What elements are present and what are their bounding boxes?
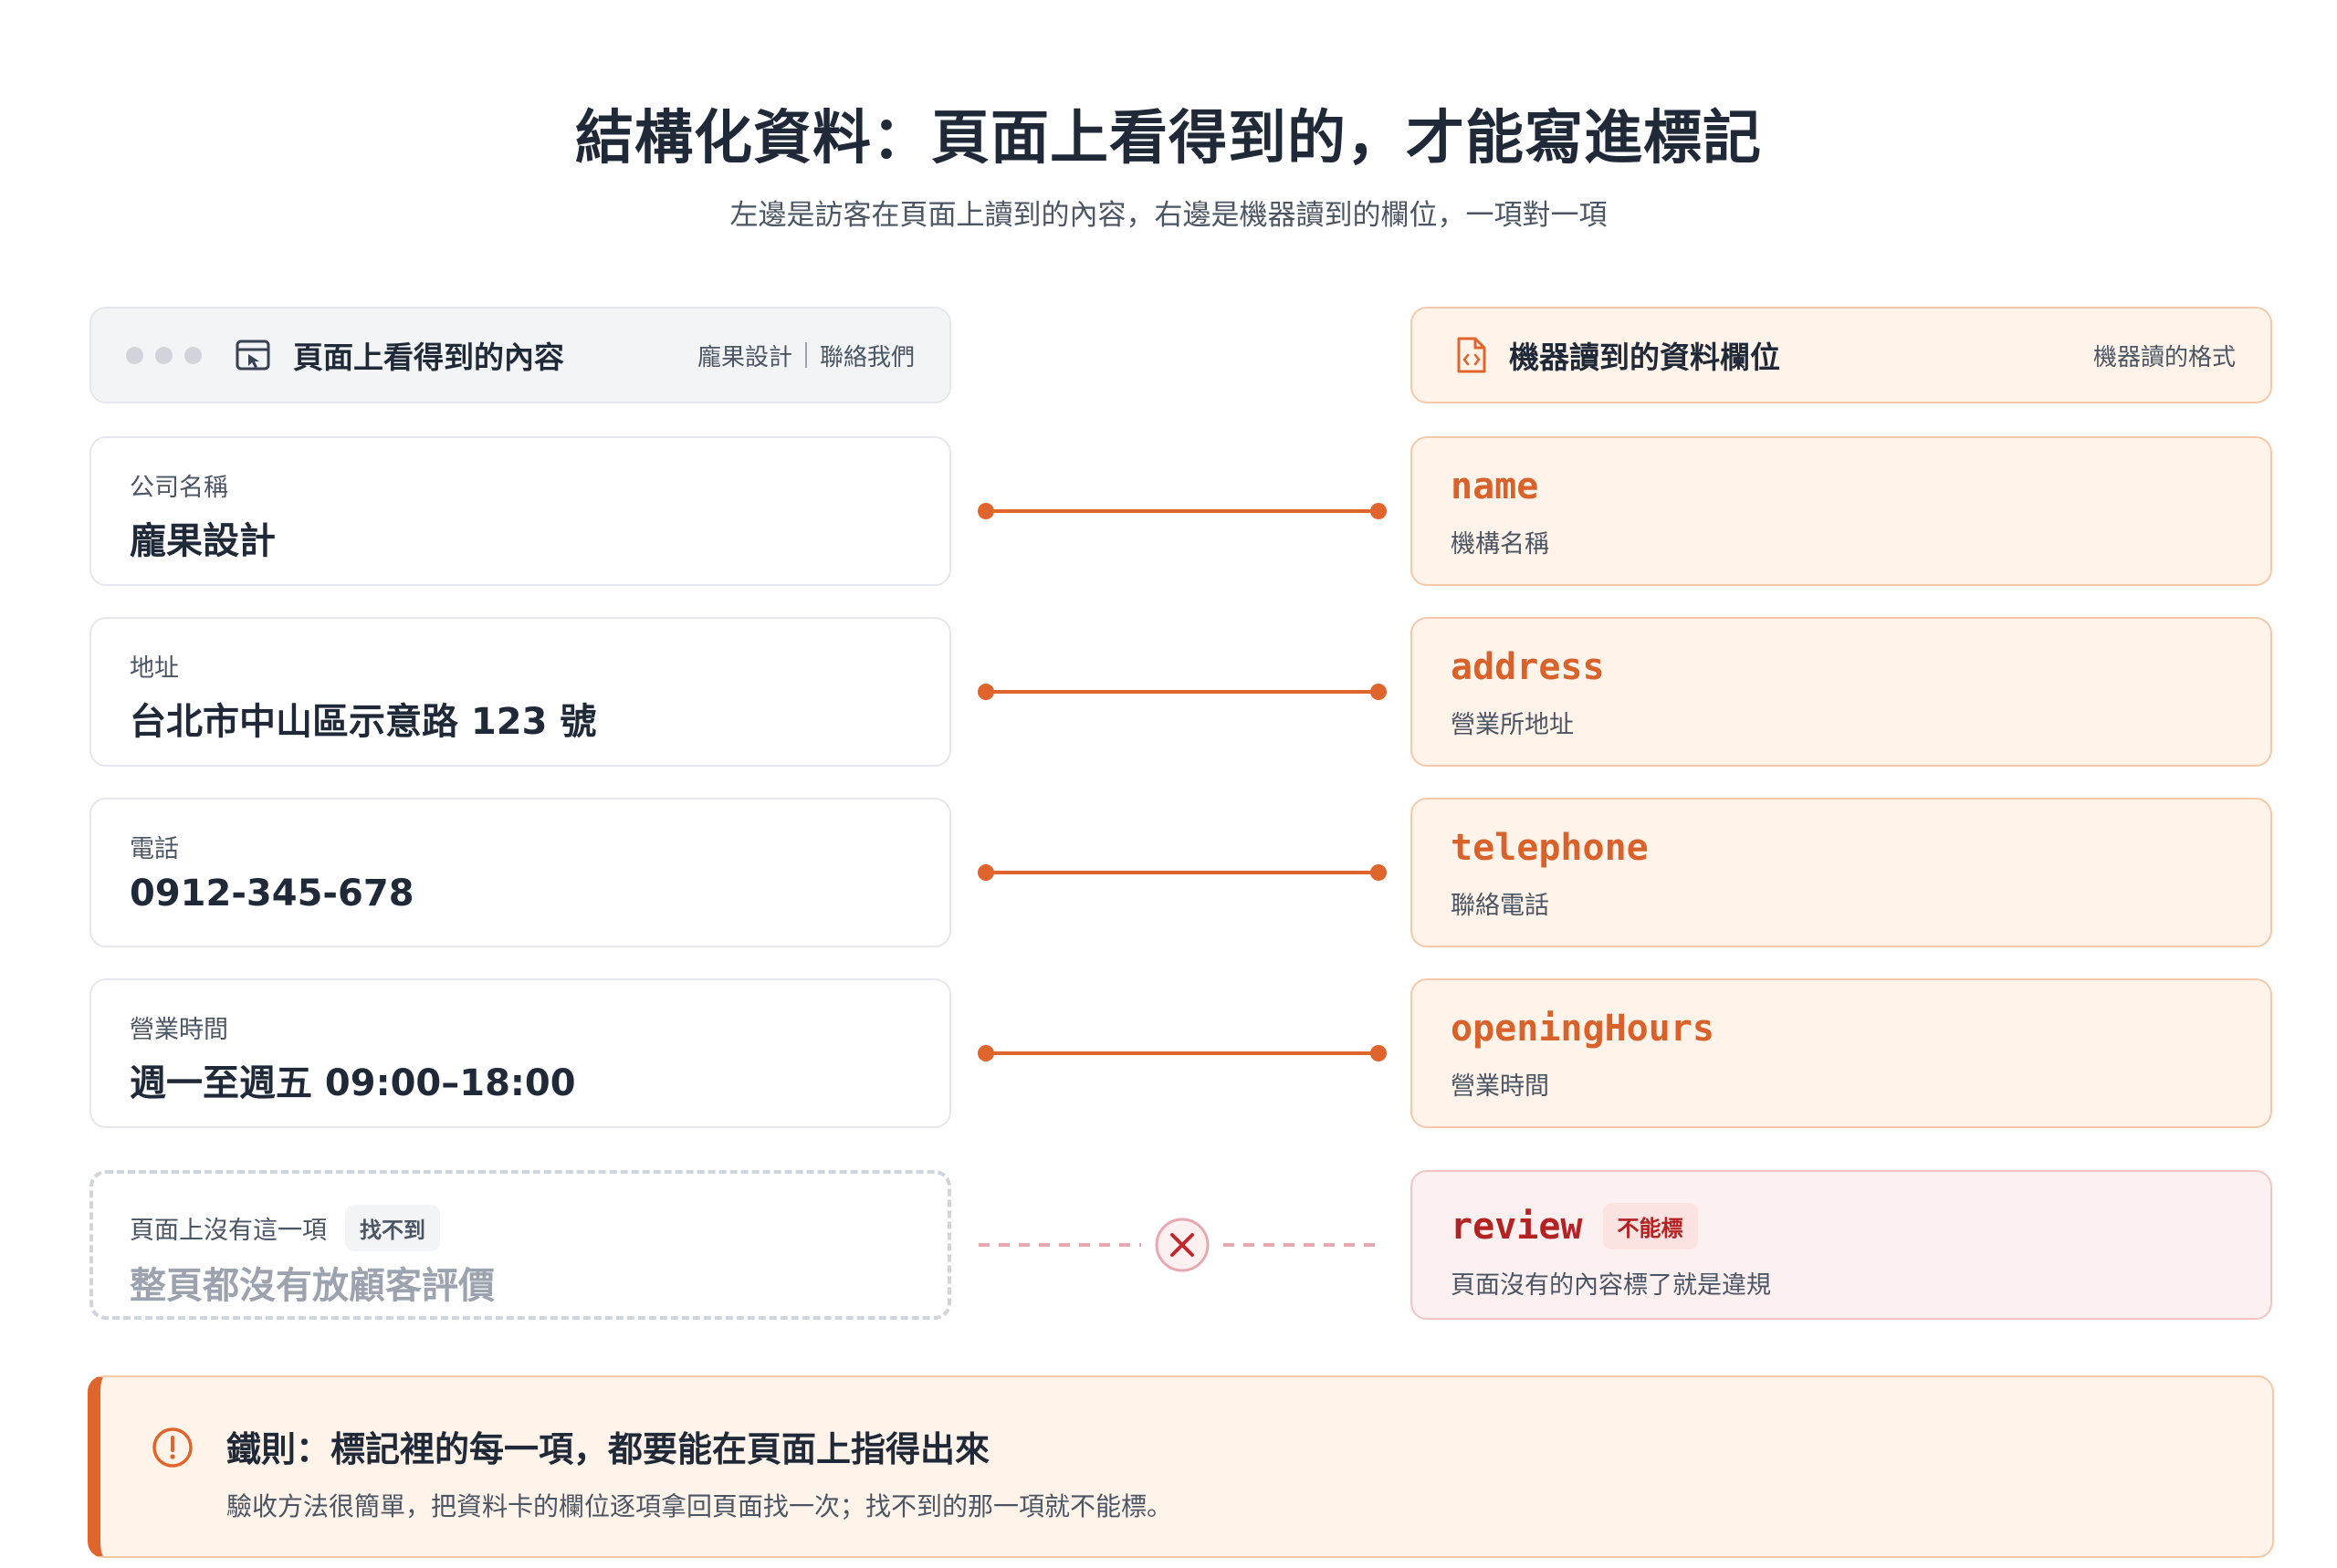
right-header-title: 機器讀到的資料欄位 — [1509, 340, 1780, 375]
machine-fields-header: 機器讀到的資料欄位 機器讀的格式 — [1410, 307, 2272, 403]
field-description: 機構名稱 — [1451, 530, 1549, 559]
alert-circle-icon — [152, 1427, 193, 1468]
content-card-telephone: 電話 0912-345-678 — [89, 798, 951, 947]
cannot-mark-badge: 不能標 — [1602, 1203, 1698, 1249]
content-card-missing-review: 頁面上沒有這一項 找不到 整頁都沒有放顧客評價 — [89, 1170, 951, 1320]
content-label: 頁面上沒有這一項 — [130, 1217, 327, 1245]
left-header-nav: 龐果設計 聯絡我們 — [697, 339, 915, 372]
field-key: name — [1451, 465, 1539, 507]
missing-label-row: 頁面上沒有這一項 找不到 — [130, 1205, 440, 1251]
content-label: 公司名稱 — [130, 474, 228, 502]
window-dots — [126, 346, 202, 364]
field-key: telephone — [1451, 827, 1649, 869]
content-value: 整頁都沒有放顧客評價 — [130, 1265, 495, 1307]
right-header-meta: 機器讀的格式 — [2092, 343, 2236, 371]
field-card-opening-hours: openingHours 營業時間 — [1410, 978, 2272, 1128]
code-file-icon — [1452, 337, 1489, 373]
field-card-review-error: review 不能標 頁面沒有的內容標了就是違規 — [1410, 1170, 2272, 1320]
field-description: 頁面沒有的內容標了就是違規 — [1451, 1271, 1771, 1300]
rule-callout: 鐵則：標記裡的每一項，都要能在頁面上指得出來 驗收方法很簡單，把資料卡的欄位逐項… — [88, 1375, 2274, 1558]
field-card-address: address 營業所地址 — [1410, 617, 2272, 767]
content-label: 營業時間 — [130, 1016, 228, 1044]
page-title: 結構化資料：頁面上看得到的，才能寫進標記 — [575, 105, 1762, 172]
content-value: 週一至週五 09:00–18:00 — [130, 1062, 576, 1104]
left-header-title: 頁面上看得到的內容 — [293, 340, 564, 375]
content-value: 0912-345-678 — [130, 873, 414, 915]
content-card-address: 地址 台北市中山區示意路 123 號 — [89, 617, 951, 767]
nav-contact: 聯絡我們 — [819, 343, 915, 371]
page-content-header: 頁面上看得到的內容 龐果設計 聯絡我們 — [89, 307, 951, 403]
browser-window-icon — [235, 337, 271, 373]
content-label: 電話 — [130, 835, 179, 863]
broken-connector-review — [979, 1218, 1384, 1272]
field-description: 營業時間 — [1451, 1072, 1549, 1101]
content-card-name: 公司名稱 龐果設計 — [89, 436, 951, 586]
connector-opening-hours — [978, 1045, 1387, 1061]
nav-brand: 龐果設計 — [697, 343, 792, 371]
content-label: 地址 — [130, 654, 179, 683]
field-key: openingHours — [1451, 1008, 1714, 1050]
connector-name — [978, 503, 1387, 519]
field-key: address — [1451, 646, 1605, 688]
field-key-row: review 不能標 — [1451, 1203, 1698, 1249]
nav-divider — [804, 342, 807, 368]
not-found-badge: 找不到 — [345, 1205, 440, 1251]
field-card-name: name 機構名稱 — [1410, 436, 2272, 586]
rule-title: 鐵則：標記裡的每一項，都要能在頁面上指得出來 — [226, 1429, 990, 1469]
page-subtitle: 左邊是訪客在頁面上讀到的內容，右邊是機器讀到的欄位，一項對一項 — [729, 199, 1608, 232]
field-description: 聯絡電話 — [1451, 892, 1549, 920]
field-key: review — [1451, 1205, 1583, 1248]
content-card-hours: 營業時間 週一至週五 09:00–18:00 — [89, 978, 951, 1128]
connector-layer — [978, 503, 1387, 1272]
connector-telephone — [978, 864, 1387, 881]
field-description: 營業所地址 — [1451, 711, 1574, 739]
rule-body: 驗收方法很簡單，把資料卡的欄位逐項拿回頁面找一次；找不到的那一項就不能標。 — [226, 1491, 1173, 1521]
content-value: 台北市中山區示意路 123 號 — [130, 701, 597, 743]
content-value: 龐果設計 — [130, 520, 276, 562]
field-card-telephone: telephone 聯絡電話 — [1410, 798, 2272, 947]
connector-address — [978, 684, 1387, 700]
